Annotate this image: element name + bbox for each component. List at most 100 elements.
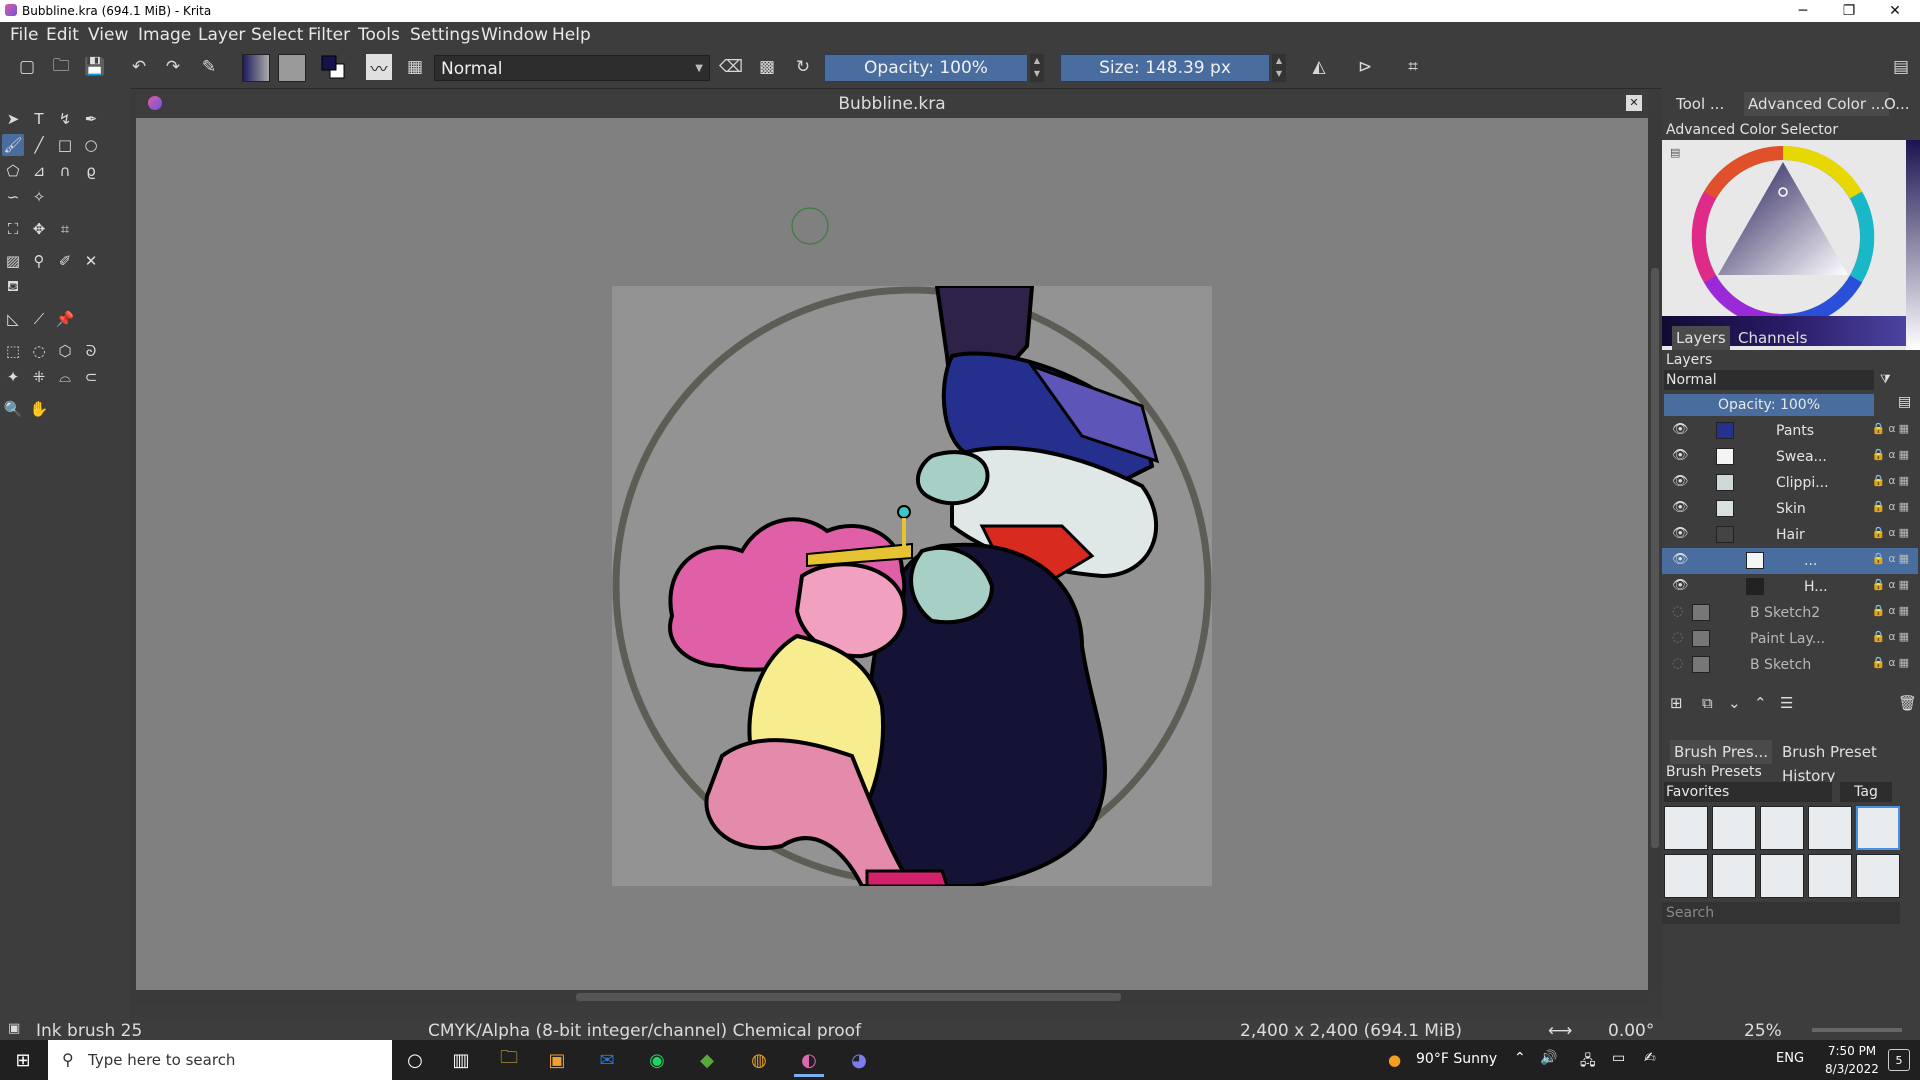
layers-blend-dropdown[interactable]: Normal (1664, 370, 1874, 390)
layer-flags-icon[interactable]: 🔒α▦ (1872, 578, 1912, 591)
tag-button[interactable]: Tag (1840, 782, 1892, 802)
menu-layer[interactable]: Layer (198, 25, 245, 45)
layers-opacity-slider[interactable]: Opacity: 100% (1664, 394, 1874, 416)
dynamic-brush-tool-icon[interactable]: ∽ (2, 186, 24, 208)
battery-icon[interactable]: ▭ (1612, 1050, 1625, 1066)
layer-properties-list-icon[interactable]: ☰ (1780, 694, 1793, 712)
move-layer-up-icon[interactable]: ⌃ (1754, 694, 1767, 712)
reference-images-tool-icon[interactable]: 📌 (54, 308, 76, 330)
polyline-tool-icon[interactable]: ⊿ (28, 160, 50, 182)
krita-taskbar-icon[interactable]: ◐ (794, 1046, 824, 1077)
freehand-selection-tool-icon[interactable]: ᘐ (80, 340, 102, 362)
reload-preset-icon[interactable]: ↻ (790, 54, 816, 80)
layer-row[interactable]: ◌ B Sketch 🔒α▦ (1662, 652, 1918, 678)
layer-flags-icon[interactable]: 🔒α▦ (1872, 604, 1912, 617)
color-wheel[interactable] (1688, 142, 1878, 332)
outlook-icon[interactable]: ✉ (592, 1046, 622, 1074)
brush-tag-dropdown[interactable]: Favorites (1664, 782, 1832, 802)
brush-preset-tile[interactable] (1760, 854, 1804, 898)
similar-selection-tool-icon[interactable]: ⁜ (28, 366, 50, 388)
brush-preset-tile[interactable] (1712, 806, 1756, 850)
taskbar-search-box[interactable]: ⚲ Type here to search (48, 1040, 392, 1080)
brush-preset-tile[interactable] (1664, 806, 1708, 850)
notification-center-icon[interactable]: 5 (1888, 1049, 1910, 1071)
maximize-button[interactable]: ❐ (1826, 0, 1872, 22)
polygon-tool-icon[interactable]: ⬠ (2, 160, 24, 182)
clock[interactable]: 7:50 PM 8/3/2022 (1824, 1042, 1880, 1078)
save-icon[interactable]: 💾 (82, 54, 108, 80)
fill-tool-icon[interactable]: ⛾ (2, 276, 24, 298)
tray-chevron-up-icon[interactable]: ⌃ (1514, 1050, 1526, 1066)
bezier-tool-icon[interactable]: ∩ (54, 160, 76, 182)
canvas-area[interactable] (136, 118, 1648, 990)
brush-preset-tile[interactable] (1760, 806, 1804, 850)
menu-window[interactable]: Window (481, 25, 548, 45)
brush-preset-tile[interactable] (1712, 854, 1756, 898)
spotify-icon[interactable]: ◉ (642, 1046, 672, 1074)
menu-filter[interactable]: Filter (308, 25, 350, 45)
menu-help[interactable]: Help (552, 25, 591, 45)
layer-flags-icon[interactable]: 🔒α▦ (1872, 448, 1912, 461)
artwork-canvas[interactable] (612, 284, 1212, 888)
zoom-slider[interactable] (1812, 1028, 1902, 1032)
brush-preset-tile[interactable] (1808, 806, 1852, 850)
colorize-mask-tool-icon[interactable]: ✐ (54, 250, 76, 272)
measure-tool-icon[interactable]: ⟋ (28, 308, 50, 330)
layer-flags-icon[interactable]: 🔒α▦ (1872, 526, 1912, 539)
contiguous-selection-tool-icon[interactable]: ✦ (2, 366, 24, 388)
redo-icon[interactable]: ↷ (160, 54, 186, 80)
polygon-selection-tool-icon[interactable]: ⬡ (54, 340, 76, 362)
discord-icon[interactable]: ◕ (844, 1046, 874, 1074)
layer-flags-icon[interactable]: 🔒α▦ (1872, 656, 1912, 669)
preserve-alpha-icon[interactable]: ▩ (754, 54, 780, 80)
layer-properties-icon[interactable]: ▤ (1898, 394, 1911, 410)
pattern-selector[interactable] (278, 54, 306, 82)
eye-icon[interactable]: 👁 (1672, 422, 1689, 437)
tab-tool-options[interactable]: Tool ... (1676, 92, 1724, 116)
weather-text[interactable]: 90°F Sunny (1416, 1051, 1497, 1067)
layer-row[interactable]: 👁 Skin 🔒α▦ (1662, 496, 1918, 522)
layer-row[interactable]: ◌ B Sketch2 🔒α▦ (1662, 600, 1918, 626)
bezier-selection-tool-icon[interactable]: ⌓ (54, 366, 76, 388)
blend-mode-dropdown[interactable]: Normal ▼ (434, 55, 710, 81)
tab-overview[interactable]: O... (1884, 92, 1910, 116)
line-tool-icon[interactable]: ╱ (28, 134, 50, 156)
layer-row[interactable]: 👁 H... 🔒α▦ (1662, 574, 1918, 600)
menu-settings[interactable]: Settings (410, 25, 480, 45)
windows-start-icon[interactable]: ⊞ (8, 1046, 38, 1074)
brush-preset-tile[interactable] (1664, 854, 1708, 898)
wrap-around-icon[interactable]: ⌗ (1400, 54, 1426, 80)
minecraft-icon[interactable]: ◆ (692, 1046, 722, 1074)
eye-hidden-icon[interactable]: ◌ (1672, 630, 1683, 645)
calligraphy-tool-icon[interactable]: ✒ (80, 108, 102, 130)
ellipse-selection-tool-icon[interactable]: ◌ (28, 340, 50, 362)
network-icon[interactable]: 🖧 (1580, 1050, 1596, 1074)
crop-tool-icon[interactable]: ⌗ (54, 218, 76, 240)
size-slider[interactable]: Size: 148.39 px (1060, 54, 1270, 82)
opacity-slider[interactable]: Opacity: 100% (824, 54, 1028, 82)
document-tab[interactable]: Bubbline.kra ✕ (136, 90, 1648, 118)
add-layer-icon[interactable]: ⊞ (1670, 694, 1683, 712)
toolbar-menu-icon[interactable]: ▤ (1888, 54, 1914, 80)
layer-row[interactable]: ◌ Paint Lay... 🔒α▦ (1662, 626, 1918, 652)
magnetic-selection-tool-icon[interactable]: ⊂ (80, 366, 102, 388)
layer-flags-icon[interactable]: 🔒α▦ (1872, 474, 1912, 487)
layer-row[interactable]: 👁 Pants 🔒α▦ (1662, 418, 1918, 444)
color-selector-menu-icon[interactable]: ▤ (1670, 146, 1680, 159)
color-picker-tool-icon[interactable]: ⚲ (28, 250, 50, 272)
layer-row[interactable]: 👁 Hair 🔒α▦ (1662, 522, 1918, 548)
rectangle-tool-icon[interactable]: □ (54, 134, 76, 156)
brush-preset-tile-selected[interactable] (1856, 806, 1900, 850)
language-indicator[interactable]: ENG (1776, 1051, 1804, 1066)
layer-row-selected[interactable]: 👁 ... 🔒α▦ (1662, 548, 1918, 574)
eye-icon[interactable]: 👁 (1672, 474, 1689, 489)
tab-channels[interactable]: Channels (1738, 326, 1807, 350)
tab-brush-preset-history[interactable]: Brush Preset History (1782, 740, 1920, 785)
color-selector-panel[interactable]: ▤ (1662, 140, 1906, 350)
select-shape-tool-icon[interactable]: ➤ (2, 108, 24, 130)
tab-brush-presets[interactable]: Brush Pres... (1670, 740, 1773, 764)
layer-flags-icon[interactable]: 🔒α▦ (1872, 630, 1912, 643)
size-spin-buttons[interactable]: ▲ ▼ (1272, 54, 1286, 82)
eye-icon[interactable]: 👁 (1672, 448, 1689, 463)
layer-flags-icon[interactable]: 🔒α▦ (1872, 422, 1912, 435)
